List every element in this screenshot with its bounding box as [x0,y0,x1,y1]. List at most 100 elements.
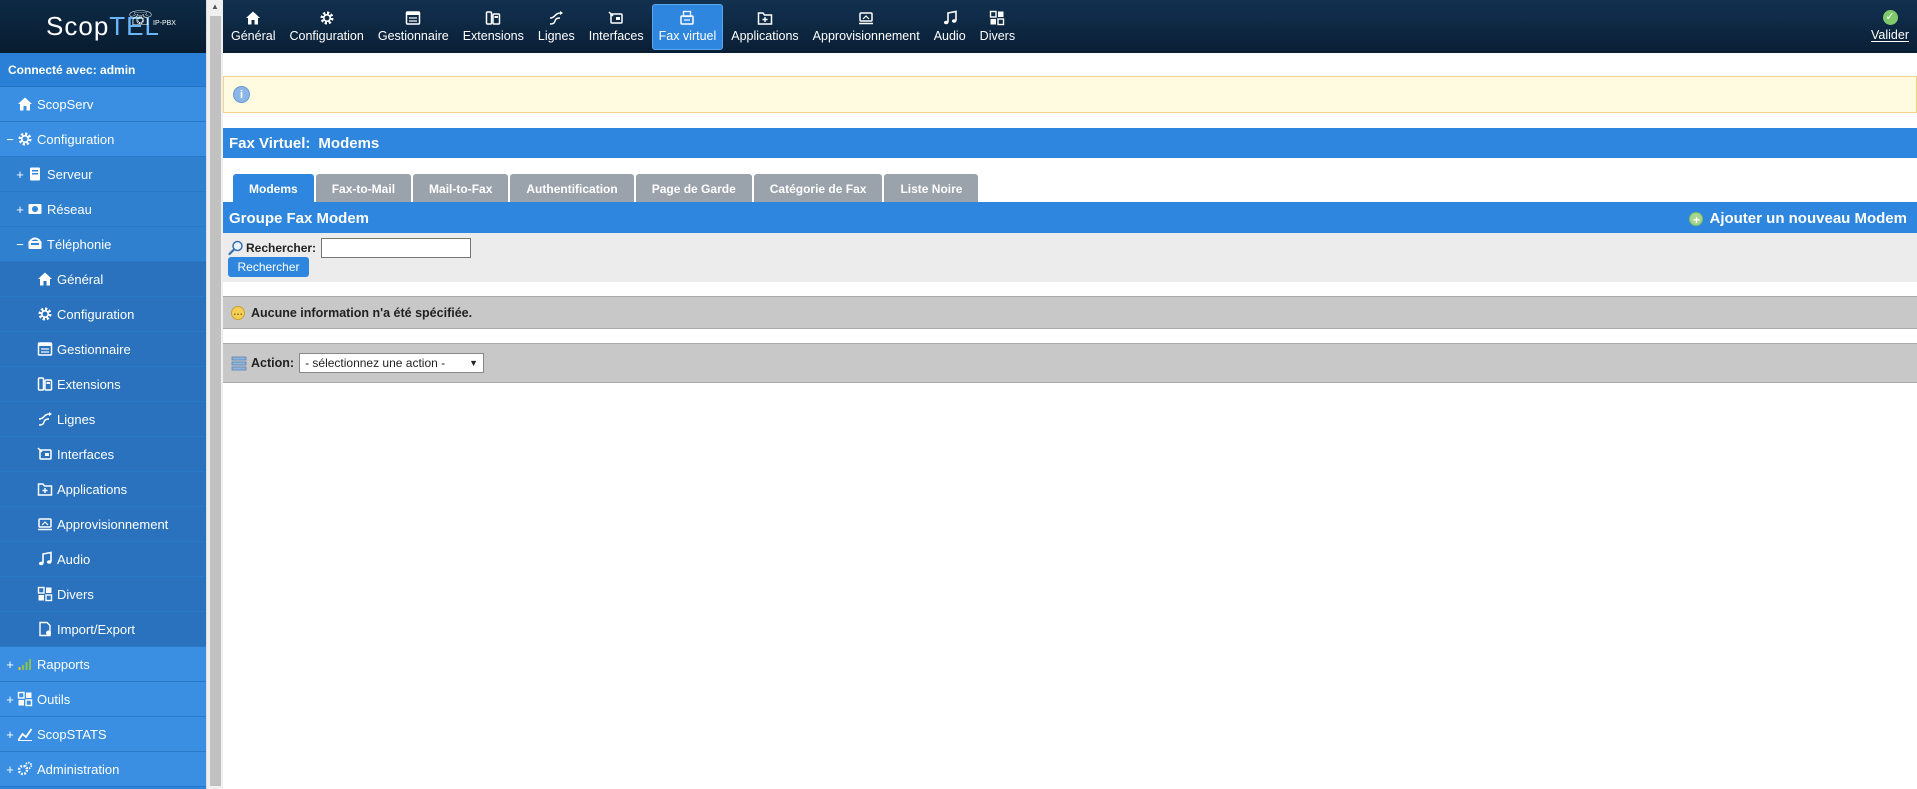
sidebar-item-interfaces[interactable]: Interfaces [0,437,206,472]
tab-page-de-garde[interactable]: Page de Garde [635,174,752,203]
main-content: i Fax Virtuel: Modems Modems Fax-to-Mail M… [223,53,1917,789]
toolbar-fax-virtuel-button[interactable]: Fax virtuel [651,3,724,50]
toolbar-divers-button[interactable]: Divers [974,4,1021,50]
tab-fax-to-mail[interactable]: Fax-to-Mail [315,174,412,203]
toolbar-label: Audio [933,29,966,43]
toolbar-items: Général Configuration Gestionnaire Extensio… [223,3,1021,50]
applications-icon [756,10,774,29]
sidebar-item-label: Audio [57,551,91,567]
search-button[interactable]: Rechercher [228,257,309,277]
toolbar-configuration-button[interactable]: Configuration [283,4,369,50]
sidebar-item-configuration[interactable]: Configuration [0,297,206,332]
sidebar-item-label: Serveur [47,166,93,182]
sidebar-item-label: Rapports [37,656,90,672]
tab-cat-gorie-de-fax[interactable]: Catégorie de Fax [753,174,883,203]
manager-icon [404,10,422,29]
page-title: Fax Virtuel: Modems [223,128,1917,158]
collapse-icon[interactable]: − [4,132,16,147]
collapse-icon[interactable]: − [14,237,26,252]
tab-authentification[interactable]: Authentification [510,174,634,203]
sidebar-item-scopstats[interactable]: + ScopSTATS [0,717,206,752]
search-panel: Rechercher: Rechercher [223,233,1917,282]
action-select[interactable]: - sélectionnez une action - ▼ [299,353,485,373]
toolbar-label: Divers [979,29,1016,43]
sidebar-item-label: Configuration [37,131,115,147]
expand-icon[interactable]: + [4,692,16,707]
sidebar-item-extensions[interactable]: Extensions [0,367,206,402]
sidebar-item-divers[interactable]: Divers [0,577,206,612]
sidebar-item-administration[interactable]: + Administration [0,752,206,787]
gear-icon [36,305,54,323]
chevron-down-icon: ▼ [469,358,479,368]
expand-icon[interactable]: + [14,202,26,217]
sidebar-item-approvisionnement[interactable]: Approvisionnement [0,507,206,542]
sidebar-item-label: ScopServ [37,96,94,112]
sidebar-item-r-seau[interactable]: + Réseau [0,192,206,227]
scroll-thumb[interactable] [210,16,221,786]
sidebar-item-label: Extensions [57,376,121,392]
expand-icon[interactable]: + [14,167,26,182]
toolbar-g-n-ral-button[interactable]: Général [225,4,281,50]
add-modem-label: Ajouter un nouveau Modem [1709,210,1907,227]
sidebar-item-import-export[interactable]: Import/Export [0,612,206,647]
home-icon [244,10,262,29]
toolbar-lignes-button[interactable]: Lignes [532,4,581,50]
page-title-text: Fax Virtuel: [229,134,311,152]
sidebar-item-configuration[interactable]: − Configuration [0,122,206,157]
action-bar: Action: - sélectionnez une action - ▼ [223,343,1917,383]
home-icon [16,95,34,113]
add-modem-button[interactable]: + Ajouter un nouveau Modem [1689,204,1907,233]
tab-mail-to-fax[interactable]: Mail-to-Fax [413,174,509,203]
expand-icon[interactable]: + [4,727,16,742]
sidebar-item-label: Outils [37,691,71,707]
sidebar-item-label: Approvisionnement [57,516,169,532]
action-label: Action: [251,356,295,370]
telephony-icon [26,235,44,253]
toolbar-gestionnaire-button[interactable]: Gestionnaire [372,4,455,50]
expand-icon[interactable]: + [4,762,16,777]
sidebar-item-scopserv[interactable]: ScopServ [0,87,206,122]
tab-modems[interactable]: Modems [233,174,314,203]
toolbar-audio-button[interactable]: Audio [928,4,972,50]
sidebar-item-label: Divers [57,586,94,602]
sidebar-item-applications[interactable]: Applications [0,472,206,507]
interfaces-icon [36,445,54,463]
sidebar-item-t-l-phonie[interactable]: − Téléphonie [0,227,206,262]
search-input[interactable] [321,238,472,258]
top-toolbar: Général Configuration Gestionnaire Extensio… [223,0,1917,53]
chart-bars-icon [16,655,34,673]
sidebar-item-label: Réseau [47,201,92,217]
empty-message: Aucune information n'a été spécifiée. [251,305,473,320]
sidebar-item-label: Configuration [57,306,135,322]
gear-icon [318,10,336,29]
sidebar-item-gestionnaire[interactable]: Gestionnaire [0,332,206,367]
extensions-icon [36,375,54,393]
expand-icon[interactable]: + [4,657,16,672]
sidebar-item-g-n-ral[interactable]: Général [0,262,206,297]
toolbar-applications-button[interactable]: Applications [725,4,804,50]
interfaces-icon [607,10,625,29]
logo-badge: IP-PBX [153,20,176,27]
info-icon: i [233,86,250,103]
logo[interactable]: ScopTEL ☏ IP-PBX [0,0,206,53]
sidebar-item-lignes[interactable]: Lignes [0,402,206,437]
sidebar-item-outils[interactable]: + Outils [0,682,206,717]
sidebar-nav: ScopServ − Configuration + Serveur + Réseau − Té… [0,87,206,787]
scroll-up-icon[interactable]: ▲ [211,2,219,11]
sidebar-item-audio[interactable]: Audio [0,542,206,577]
toolbar-extensions-button[interactable]: Extensions [457,4,530,50]
sidebar-item-label: Import/Export [57,621,136,637]
sidebar-item-rapports[interactable]: + Rapports [0,647,206,682]
logo-text-scop: Scop [46,11,110,41]
server-icon [26,165,44,183]
search-label: Rechercher: [246,241,317,255]
tab-liste-noire[interactable]: Liste Noire [884,174,979,203]
sidebar-item-serveur[interactable]: + Serveur [0,157,206,192]
toolbar-approvisionnement-button[interactable]: Approvisionnement [807,4,926,50]
check-icon: ✓ [1882,10,1898,25]
valider-button[interactable]: ✓ Valider [1871,10,1909,42]
fax-icon [678,10,696,29]
action-selected-value: - sélectionnez une action - [305,356,446,370]
toolbar-interfaces-button[interactable]: Interfaces [583,4,650,50]
sidebar-scrollbar[interactable]: ▲ [206,0,223,789]
